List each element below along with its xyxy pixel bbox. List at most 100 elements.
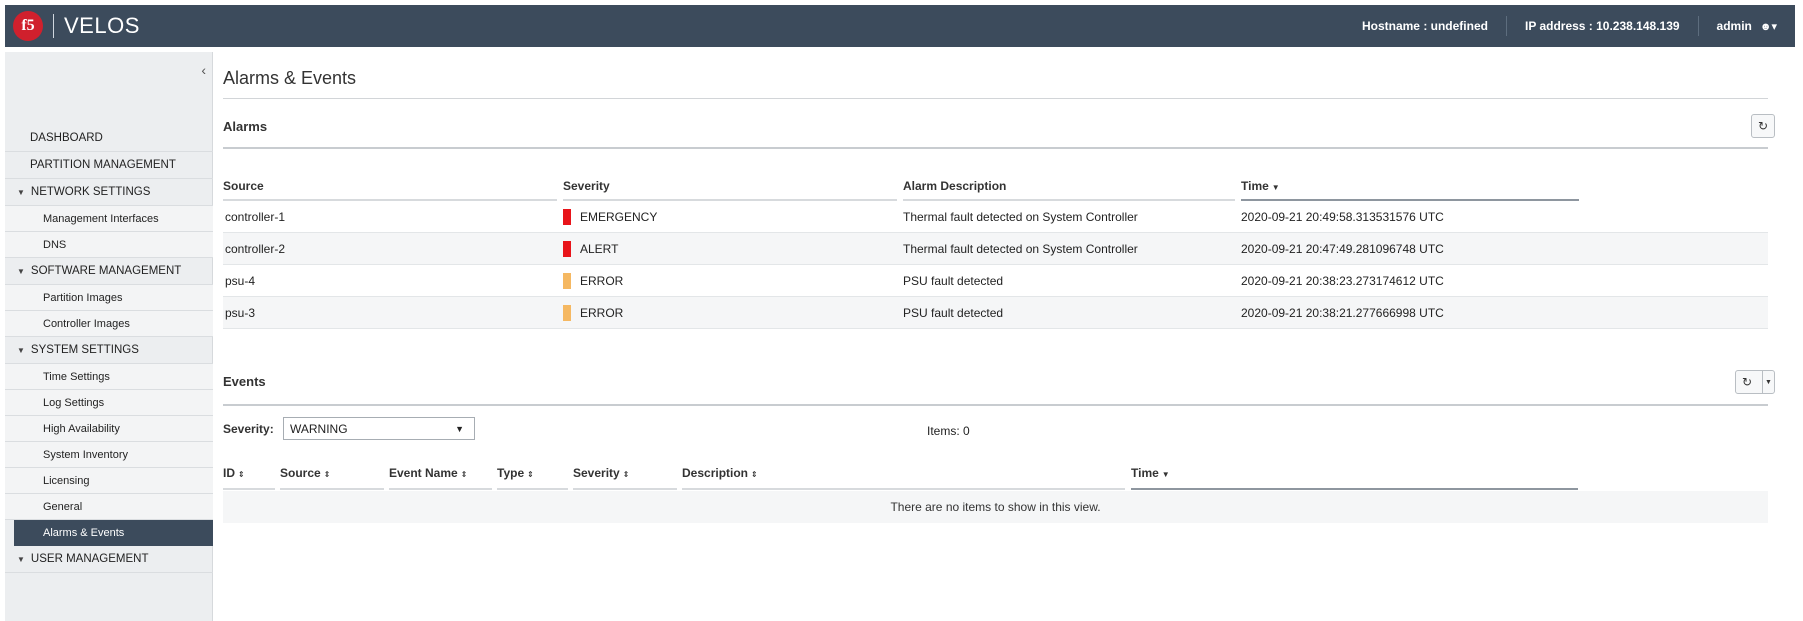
row-description: Thermal fault detected on System Control… — [903, 210, 1138, 224]
sidebar-item-dashboard[interactable]: DASHBOARD — [5, 125, 213, 152]
main-content: Alarms & Events Alarms ↻ Source Severity… — [223, 52, 1793, 621]
top-bar: f5 VELOS Hostname : undefined IP address… — [5, 5, 1795, 47]
items-count: Items: 0 — [927, 424, 970, 438]
f5-logo[interactable]: f5 — [13, 11, 43, 41]
page-title: Alarms & Events — [223, 68, 357, 88]
alarms-refresh-button[interactable]: ↻ — [1751, 114, 1775, 138]
row-time: 2020-09-21 20:49:58.313531576 UTC — [1241, 210, 1444, 224]
alarms-table-header: Source Severity Alarm Description Time ▼ — [223, 171, 1768, 201]
events-divider — [223, 404, 1768, 406]
row-description: Thermal fault detected on System Control… — [903, 242, 1138, 256]
header-underline — [682, 488, 1125, 490]
sidebar-item-management-interfaces[interactable]: Management Interfaces — [5, 206, 213, 232]
logo-divider — [53, 14, 54, 38]
severity-indicator — [563, 273, 571, 289]
refresh-icon: ↻ — [1757, 119, 1769, 133]
sidebar-item-general[interactable]: General — [5, 494, 213, 520]
sidebar-item-partition-images[interactable]: Partition Images — [5, 285, 213, 311]
sort-icon: ⇕ — [527, 470, 534, 479]
severity-indicator — [563, 305, 571, 321]
header-underline — [280, 488, 384, 490]
sidebar-item-system-settings[interactable]: ▼ SYSTEM SETTINGS — [5, 337, 213, 364]
table-row[interactable]: psu-4 ERROR PSU fault detected 2020-09-2… — [223, 265, 1768, 297]
user-name: admin — [1716, 19, 1752, 33]
row-severity: ERROR — [580, 306, 624, 320]
row-description: PSU fault detected — [903, 274, 1004, 288]
sidebar-item-dns[interactable]: DNS — [5, 232, 213, 258]
empty-state-message: There are no items to show in this view. — [223, 491, 1768, 523]
column-time[interactable]: Time ▼ — [1241, 179, 1280, 193]
header-underline — [389, 488, 492, 490]
column-event-name[interactable]: Event Name ⇕ — [389, 466, 467, 480]
column-severity[interactable]: Severity — [563, 179, 610, 193]
column-time[interactable]: Time ▼ — [1131, 466, 1170, 480]
alarms-table: Source Severity Alarm Description Time ▼ … — [223, 171, 1768, 329]
header-info: Hostname : undefined IP address : 10.238… — [1344, 5, 1795, 47]
sidebar-item-network-settings[interactable]: ▼ NETWORK SETTINGS — [5, 179, 213, 206]
column-source[interactable]: Source — [223, 179, 264, 193]
sidebar-item-time-settings[interactable]: Time Settings — [5, 364, 213, 390]
refresh-icon: ↻ — [1742, 375, 1753, 389]
sidebar-item-user-management[interactable]: ▼ USER MANAGEMENT — [5, 546, 213, 573]
column-severity[interactable]: Severity ⇕ — [573, 466, 629, 480]
column-type[interactable]: Type ⇕ — [497, 466, 534, 480]
sidebar-item-alarms-events[interactable]: Alarms & Events — [14, 520, 213, 546]
sort-icon: ⇕ — [460, 470, 468, 479]
chevron-down-icon[interactable]: ▼ — [1762, 371, 1774, 393]
caret-down-icon: ▼ — [17, 266, 25, 276]
caret-down-icon: ▼ — [17, 187, 25, 197]
row-description: PSU fault detected — [903, 306, 1004, 320]
column-alarm-description[interactable]: Alarm Description — [903, 179, 1006, 193]
column-source[interactable]: Source ⇕ — [280, 466, 330, 480]
severity-indicator — [563, 241, 571, 257]
row-time: 2020-09-21 20:38:21.277666998 UTC — [1241, 306, 1444, 320]
sidebar-item-high-availability[interactable]: High Availability — [5, 416, 213, 442]
column-description[interactable]: Description ⇕ — [682, 466, 758, 480]
table-row[interactable]: controller-1 EMERGENCY Thermal fault det… — [223, 201, 1768, 233]
sidebar-item-partition-management[interactable]: PARTITION MANAGEMENT — [5, 152, 213, 179]
column-id[interactable]: ID ⇕ — [223, 466, 245, 480]
sort-icon: ⇕ — [238, 470, 245, 479]
app-name: VELOS — [64, 13, 140, 38]
row-severity: ERROR — [580, 274, 624, 288]
sort-desc-icon: ▼ — [1271, 183, 1280, 192]
sidebar-item-controller-images[interactable]: Controller Images — [5, 311, 213, 337]
alarms-section-title: Alarms — [223, 119, 268, 134]
row-source: psu-4 — [225, 274, 256, 288]
row-source: controller-2 — [225, 242, 286, 256]
sort-icon: ⇕ — [751, 470, 758, 479]
sort-icon: ⇕ — [323, 470, 331, 479]
sidebar-item-log-settings[interactable]: Log Settings — [5, 390, 213, 416]
header-underline — [573, 488, 677, 490]
sidebar-item-software-management[interactable]: ▼ SOFTWARE MANAGEMENT — [5, 258, 213, 285]
user-icon: ☻▾ — [1759, 20, 1777, 33]
ip-address-label: IP address : 10.238.148.139 — [1505, 16, 1698, 36]
events-refresh-button[interactable]: ↻ ▼ — [1735, 370, 1775, 394]
user-menu[interactable]: admin ☻▾ — [1697, 16, 1795, 36]
sidebar-nav: DASHBOARD PARTITION MANAGEMENT ▼ NETWORK … — [5, 66, 213, 573]
caret-down-icon: ▼ — [17, 345, 25, 355]
row-severity: EMERGENCY — [580, 210, 658, 224]
row-time: 2020-09-21 20:38:23.273174612 UTC — [1241, 274, 1444, 288]
sort-icon: ⇕ — [622, 470, 630, 479]
header-underline-sorted — [1131, 488, 1578, 490]
alarms-divider — [223, 147, 1768, 149]
chevron-down-icon: ▼ — [455, 424, 464, 434]
caret-down-icon: ▼ — [17, 554, 25, 564]
sort-desc-icon: ▼ — [1161, 470, 1170, 479]
severity-filter-value: WARNING — [290, 421, 348, 436]
header-underline — [223, 488, 275, 490]
table-row[interactable]: psu-3 ERROR PSU fault detected 2020-09-2… — [223, 297, 1768, 329]
sidebar-item-licensing[interactable]: Licensing — [5, 468, 213, 494]
severity-indicator — [563, 209, 571, 225]
sidebar: ‹ DASHBOARD PARTITION MANAGEMENT ▼ NETWOR… — [5, 52, 213, 621]
title-divider — [223, 98, 1768, 99]
row-severity: ALERT — [580, 242, 619, 256]
events-table-header: ID ⇕ Source ⇕ Event Name ⇕ Type ⇕ Severity ⇕ … — [223, 462, 1768, 490]
row-source: controller-1 — [225, 210, 286, 224]
severity-filter-select[interactable]: WARNING ▼ — [283, 417, 475, 440]
sidebar-item-system-inventory[interactable]: System Inventory — [5, 442, 213, 468]
events-section-title: Events — [223, 374, 266, 389]
table-row[interactable]: controller-2 ALERT Thermal fault detecte… — [223, 233, 1768, 265]
row-source: psu-3 — [225, 306, 256, 320]
